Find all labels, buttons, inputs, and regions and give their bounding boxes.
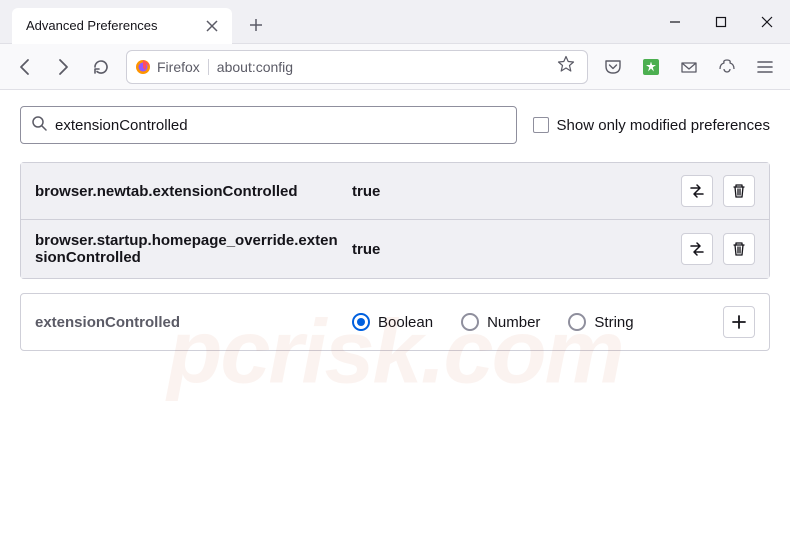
preference-name: browser.startup.homepage_override.extens… [35, 232, 340, 266]
new-tab-button[interactable] [240, 9, 272, 41]
search-input[interactable] [55, 117, 506, 134]
toggle-button[interactable] [681, 233, 713, 265]
reload-button[interactable] [84, 50, 118, 84]
maximize-button[interactable] [698, 0, 744, 44]
checkbox-label: Show only modified preferences [557, 117, 770, 134]
content-area: pcrisk.com Show only modified preference… [0, 90, 790, 553]
radio-icon [568, 313, 586, 331]
browser-tab[interactable]: Advanced Preferences [12, 8, 232, 44]
minimize-button[interactable] [652, 0, 698, 44]
account-button[interactable] [710, 50, 744, 84]
url-bar[interactable]: Firefox about:config [126, 50, 588, 84]
browser-window: Advanced Preferences [0, 0, 790, 553]
inbox-button[interactable] [672, 50, 706, 84]
radio-label: String [594, 314, 633, 331]
checkbox-icon [533, 117, 549, 133]
type-radio-group: Boolean Number String [352, 313, 711, 331]
bookmark-star-icon[interactable] [553, 53, 579, 80]
close-icon[interactable] [202, 16, 222, 36]
titlebar: Advanced Preferences [0, 0, 790, 44]
preference-actions [681, 175, 755, 207]
radio-label: Boolean [378, 314, 433, 331]
search-icon [31, 115, 47, 136]
forward-button[interactable] [46, 50, 80, 84]
window-controls [652, 0, 790, 44]
menu-button[interactable] [748, 50, 782, 84]
preference-actions [681, 233, 755, 265]
preference-value: true [352, 241, 669, 258]
close-window-button[interactable] [744, 0, 790, 44]
radio-boolean[interactable]: Boolean [352, 313, 433, 331]
tab-title: Advanced Preferences [26, 18, 202, 33]
radio-string[interactable]: String [568, 313, 633, 331]
preference-value: true [352, 183, 669, 200]
toggle-button[interactable] [681, 175, 713, 207]
delete-button[interactable] [723, 175, 755, 207]
preference-row[interactable]: browser.startup.homepage_override.extens… [21, 220, 769, 278]
search-box[interactable] [20, 106, 517, 144]
add-button[interactable] [723, 306, 755, 338]
new-preference-name: extensionControlled [35, 314, 340, 331]
pocket-button[interactable] [596, 50, 630, 84]
identity-label: Firefox [157, 59, 200, 75]
back-button[interactable] [8, 50, 42, 84]
radio-icon [352, 313, 370, 331]
show-modified-checkbox[interactable]: Show only modified preferences [533, 117, 770, 134]
preference-row[interactable]: browser.newtab.extensionControlled true [21, 163, 769, 220]
search-row: Show only modified preferences [20, 106, 770, 144]
radio-icon [461, 313, 479, 331]
preference-name: browser.newtab.extensionControlled [35, 183, 340, 200]
extension-button[interactable] [634, 50, 668, 84]
navigation-toolbar: Firefox about:config [0, 44, 790, 90]
identity-box[interactable]: Firefox [135, 59, 209, 75]
url-text: about:config [217, 59, 545, 75]
new-preference-row: extensionControlled Boolean Number Strin… [20, 293, 770, 351]
radio-label: Number [487, 314, 540, 331]
radio-number[interactable]: Number [461, 313, 540, 331]
delete-button[interactable] [723, 233, 755, 265]
firefox-icon [135, 59, 151, 75]
preference-list: browser.newtab.extensionControlled true … [20, 162, 770, 279]
